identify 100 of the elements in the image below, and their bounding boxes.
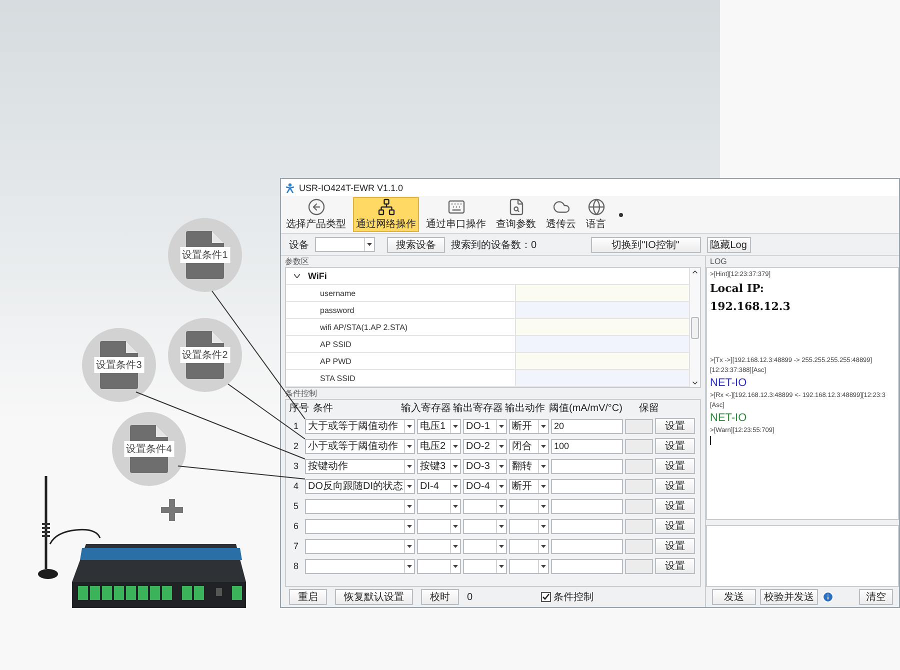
action-button[interactable]: 恢复默认设置 [335,589,413,605]
info-icon[interactable] [822,591,834,603]
dropdown[interactable] [417,518,461,534]
time-value: 0 [467,592,473,602]
caret-icon [541,424,546,428]
caret-icon [541,504,546,508]
dropdown[interactable]: 闭合 [509,438,549,454]
set-button[interactable]: 设置 [655,518,695,534]
dropdown[interactable] [305,518,415,534]
globe-icon [586,198,606,216]
dropdown[interactable]: 电压2 [417,438,461,454]
threshold-field[interactable]: 100 [551,438,623,454]
parameter-value-field[interactable] [516,285,689,301]
dropdown[interactable]: 按键3 [417,458,461,474]
caret-icon [499,524,504,528]
scroll-down-icon[interactable] [691,379,699,387]
threshold-field[interactable] [551,478,623,494]
set-button[interactable]: 设置 [655,458,695,474]
dropdown[interactable] [305,498,415,514]
scrollbar[interactable] [689,268,700,387]
set-button[interactable]: 设置 [655,478,695,494]
column-header: 保留 [639,402,660,414]
threshold-field[interactable] [551,518,623,534]
checkbox[interactable] [540,592,551,602]
scroll-up-icon[interactable] [691,268,699,276]
dropdown[interactable]: DO反向跟随DI的状态 [305,478,415,494]
set-button[interactable]: 设置 [655,498,695,514]
switch-mode-button[interactable]: 切换到"IO控制" [590,236,701,252]
caret-icon [453,544,458,548]
dropdown[interactable]: DO-1 [463,418,507,434]
dropdown[interactable] [509,538,549,554]
threshold-field[interactable] [551,558,623,574]
dropdown[interactable]: DO-4 [463,478,507,494]
toolbar-button[interactable]: 语言 [583,197,609,232]
dropdown[interactable]: 翻转 [509,458,549,474]
caret-icon [499,544,504,548]
set-button[interactable]: 设置 [655,438,695,454]
action-button[interactable]: 校时 [421,589,459,605]
set-button[interactable]: 设置 [655,538,695,554]
dropdown[interactable]: 大于或等于阈值动作 [305,418,415,434]
threshold-field[interactable] [551,538,623,554]
row-number: 3 [292,461,300,471]
parameter-value-field[interactable] [516,370,689,386]
verify-send-button[interactable]: 校验并发送 [760,589,818,605]
send-button[interactable]: 发送 [712,589,756,605]
dropdown[interactable]: DO-2 [463,438,507,454]
dropdown[interactable] [417,538,461,554]
caret-icon [541,484,546,488]
dropdown[interactable]: DI-4 [417,478,461,494]
threshold-field[interactable] [551,458,623,474]
toolbar-button[interactable]: 通过网络操作 [353,197,419,232]
dropdown[interactable] [417,558,461,574]
set-button[interactable]: 设置 [655,558,695,574]
toolbar-button[interactable]: 选择产品类型 [283,197,349,232]
dropdown[interactable]: 断开 [509,418,549,434]
plus-icon [161,499,183,521]
chevron-icon[interactable] [294,274,300,278]
dropdown[interactable]: 电压1 [417,418,461,434]
column-header: 条件 [313,402,334,414]
dropdown[interactable] [305,538,415,554]
dropdown[interactable] [463,558,507,574]
dropdown[interactable]: DO-3 [463,458,507,474]
parameter-value-field[interactable] [516,319,689,335]
dropdown-dot-icon[interactable] [619,212,623,216]
threshold-field[interactable]: 20 [551,418,623,434]
dropdown[interactable]: 按键动作 [305,458,415,474]
hide-log-button[interactable]: 隐藏Log [706,236,751,252]
dropdown[interactable] [463,538,507,554]
scrollbar-thumb[interactable] [691,316,699,338]
dropdown[interactable]: 小于或等于阈值动作 [305,438,415,454]
parameter-value-field[interactable] [516,353,689,369]
action-button[interactable]: 重启 [289,589,327,605]
dropdown[interactable] [509,498,549,514]
dropdown[interactable] [509,518,549,534]
row-number: 6 [292,521,300,531]
caret-icon [499,444,504,448]
dropdown[interactable]: 断开 [509,478,549,494]
parameter-value-field[interactable] [516,336,689,352]
log-line: 192.168.12.3 [710,299,792,315]
column-header: 输出寄存器 [453,402,504,414]
dropdown[interactable] [509,558,549,574]
toolbar-button[interactable]: 通过串口操作 [423,197,489,232]
threshold-field[interactable] [551,498,623,514]
dropdown[interactable] [305,558,415,574]
callout-label: 设置条件4 [124,441,174,457]
set-button[interactable]: 设置 [655,418,695,434]
toolbar-button[interactable]: 透传云 [543,197,579,232]
send-input-field[interactable] [706,525,899,587]
parameter-value-field[interactable] [516,302,689,318]
dropdown[interactable] [417,498,461,514]
row-number: 4 [292,481,300,491]
dropdown[interactable] [315,237,375,252]
caret-icon [541,564,546,568]
toolbar-button[interactable]: 查询参数 [493,197,539,232]
caret-icon [453,564,458,568]
dropdown[interactable] [463,498,507,514]
dropdown[interactable] [463,518,507,534]
clear-button[interactable]: 清空 [859,589,893,605]
search-device-button[interactable]: 搜索设备 [387,236,445,252]
check-icon [542,593,550,601]
